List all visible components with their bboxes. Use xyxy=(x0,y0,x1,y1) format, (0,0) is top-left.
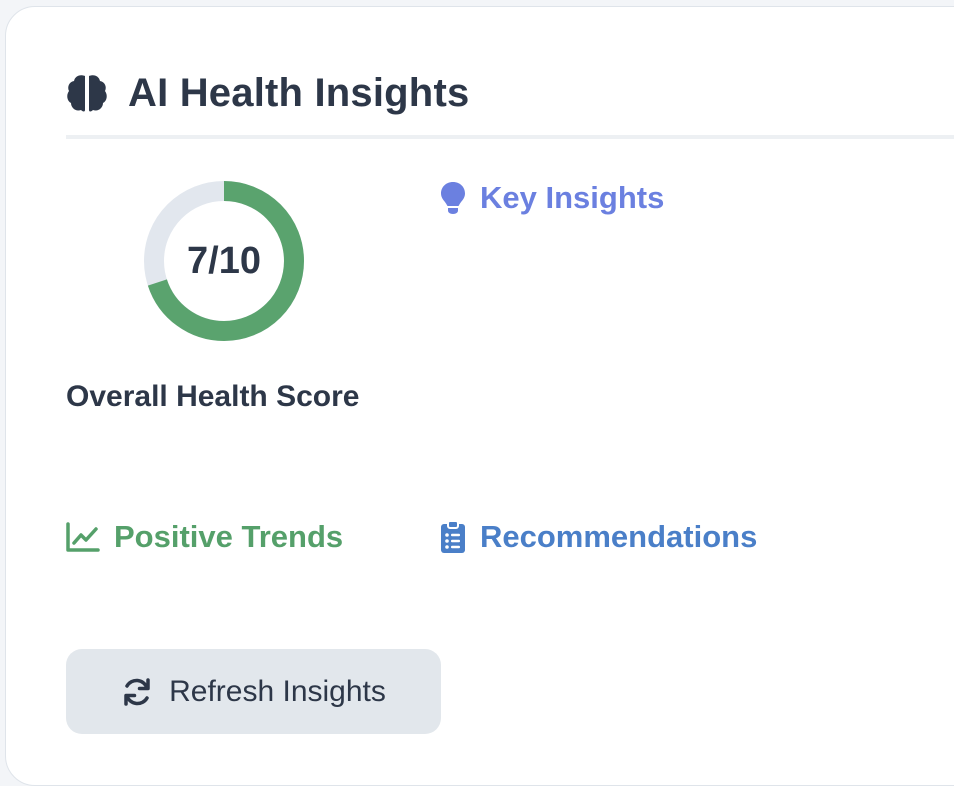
card-title: AI Health Insights xyxy=(128,70,470,115)
health-score-value: 7/10 xyxy=(187,239,261,282)
health-score-label: Overall Health Score xyxy=(66,380,360,413)
section-key-insights: Key Insights xyxy=(440,180,664,216)
lightbulb-icon xyxy=(440,181,466,215)
section-recommendations: Recommendations xyxy=(440,519,757,555)
card-header: AI Health Insights xyxy=(66,62,469,124)
positive-trends-heading: Positive Trends xyxy=(114,519,344,554)
refresh-insights-label: Refresh Insights xyxy=(169,674,386,708)
refresh-insights-button[interactable]: Refresh Insights xyxy=(66,649,441,734)
key-insights-heading: Key Insights xyxy=(480,180,665,215)
section-positive-trends: Positive Trends xyxy=(66,519,343,555)
chart-line-icon xyxy=(66,522,100,552)
refresh-icon xyxy=(121,676,153,708)
clipboard-list-icon xyxy=(440,520,466,554)
brain-icon xyxy=(66,73,108,113)
header-divider xyxy=(66,135,954,139)
recommendations-heading: Recommendations xyxy=(480,519,758,554)
